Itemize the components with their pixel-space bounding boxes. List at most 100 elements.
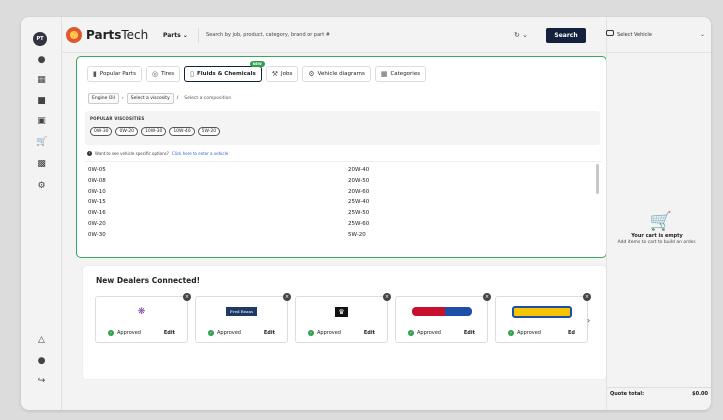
select-vehicle-dropdown[interactable]: Select Vehicle ⌄ [606,17,711,53]
top-header: PartsTech Parts ⌄ Search by job, product… [62,17,605,53]
chip-viscosity[interactable]: 0W-30 [90,127,113,136]
reports-icon[interactable]: ▩ [36,159,47,170]
search-button[interactable]: Search [546,28,586,43]
right-panel: Select Vehicle ⌄ 🛒 Your cart is empty Ad… [606,17,711,410]
dealer-logo: Fred Beans [196,304,287,319]
cart-empty-hint: Add items to cart to build an order. [617,240,697,245]
settings-icon[interactable]: ⚙ [36,181,47,192]
dealer-card: × ❋ ✓ Approved Edit [95,293,191,343]
category-tabs: ▮ Popular Parts ◎ Tires ▯ Fluids & Chemical… [87,61,427,82]
catalog-icon[interactable]: ▦ [36,75,47,86]
dealer-card: × ✓ Approved Edit [395,293,491,343]
close-icon[interactable]: × [583,293,591,301]
dealer-badge-logo-icon [511,305,572,318]
tire-icon: ◎ [151,70,159,78]
logout-icon[interactable]: ↪ [36,376,47,387]
location-icon[interactable]: ● [36,55,47,66]
approved-status: Approved [317,330,341,336]
breadcrumb: Engine Oil › Select a viscosity / Select… [88,93,234,104]
approved-status: Approved [217,330,241,336]
list-scrollbar[interactable] [596,164,599,194]
mac-haik-logo-icon [411,307,472,316]
slash-separator: / [176,96,179,101]
tab-popular-parts[interactable]: ▮ Popular Parts [87,66,142,82]
cart-empty-icon: 🛒 [649,211,673,232]
list-item[interactable]: 0W-15 [88,197,106,208]
left-rail: PT ● ▦ ■ ▣ 🛒 ▩ ⚙ △ ● ↪ [21,17,62,410]
chevron-right-icon[interactable]: › [587,316,590,325]
list-item[interactable]: 25W-40 [348,197,369,208]
sunburst-logo-icon: ❋ [137,306,146,317]
edit-button[interactable]: Edit [164,330,175,336]
chip-viscosity[interactable]: 10W-30 [140,127,167,136]
viscosity-column-2: 20W-40 20W-50 20W-60 25W-40 25W-50 25W-6… [348,165,369,241]
close-icon[interactable]: × [283,293,291,301]
fluid-icon: ▯ [190,70,195,78]
list-item[interactable]: 0W-20 [88,219,106,230]
list-item[interactable]: 0W-08 [88,176,106,187]
grid-icon: ▦ [380,70,388,78]
approved-status: Approved [417,330,441,336]
car-icon [606,30,614,36]
select-vehicle-label: Select Vehicle [617,32,652,38]
breadcrumb-viscosity[interactable]: Select a viscosity [126,93,174,104]
edit-button[interactable]: Edit [364,330,375,336]
breadcrumb-engine-oil[interactable]: Engine Oil [88,93,119,104]
cart-icon[interactable]: 🛒 [36,137,47,148]
info-icon: i [87,151,92,156]
edit-button[interactable]: Edit [464,330,475,336]
chevron-down-icon: ⌄ [182,32,188,39]
avatar[interactable]: PT [33,32,47,46]
bank-icon[interactable]: △ [36,335,47,346]
list-item[interactable]: 5W-20 [348,230,369,241]
tab-jobs[interactable]: ⚒ Jobs [265,66,299,82]
inbox-icon[interactable]: ▣ [36,116,47,127]
list-item[interactable]: 20W-60 [348,187,369,198]
viscosity-chips: 0W-30 0W-20 10W-30 10W-40 5W-20 [90,127,221,136]
edit-button[interactable]: Edit [264,330,275,336]
vehicle-note-text: Want to see vehicle specific options? [95,151,169,156]
list-item[interactable]: 20W-50 [348,176,369,187]
new-dealers-section: New Dealers Connected! × ❋ ✓ Approved Edi… [82,265,607,380]
help-icon[interactable]: ● [36,356,47,367]
chip-viscosity[interactable]: 5W-20 [197,127,221,136]
chip-viscosity[interactable]: 0W-20 [115,127,138,136]
list-item[interactable]: 20W-40 [348,165,369,176]
tab-categories[interactable]: ▦ Categories [374,66,427,82]
fred-beans-logo: Fred Beans [225,307,258,316]
tab-vehicle-diagrams[interactable]: ⚙ Vehicle diagrams [302,66,371,82]
tab-fluids-chemicals[interactable]: ▯ Fluids & Chemicals NEW [184,61,265,82]
list-item[interactable]: 0W-05 [88,165,106,176]
enter-vehicle-link[interactable]: Click here to enter a vehicle [172,151,228,156]
document-icon[interactable]: ■ [36,96,47,107]
list-item[interactable]: 0W-10 [88,187,106,198]
viscosity-column-1: 0W-05 0W-08 0W-10 0W-15 0W-16 0W-20 0W-3… [88,165,106,241]
close-icon[interactable]: × [183,293,191,301]
edit-button[interactable]: Ed [568,330,575,336]
close-icon[interactable]: × [483,293,491,301]
history-icon[interactable]: ↻ ⌄ [514,31,528,39]
quote-total: Quote total: $0.00 [607,387,711,410]
search-input[interactable]: Search by job, product, category, brand … [198,28,542,43]
parts-tech-logo[interactable]: PartsTech [66,27,148,43]
tab-tires[interactable]: ◎ Tires [145,66,181,82]
search-panel: ▮ Popular Parts ◎ Tires ▯ Fluids & Chemical… [76,56,607,258]
list-item[interactable]: 0W-30 [88,230,106,241]
crown-logo-icon: ♛ [335,306,348,317]
parts-dropdown-label: Parts [163,32,181,39]
viscosity-list: 0W-05 0W-08 0W-10 0W-15 0W-16 0W-20 0W-3… [85,161,602,251]
close-icon[interactable]: × [383,293,391,301]
dealer-logo [496,304,587,319]
chip-viscosity[interactable]: 10W-40 [169,127,195,136]
dealer-logo: ❋ [96,304,187,319]
list-item[interactable]: 0W-16 [88,208,106,219]
check-icon: ✓ [108,330,114,336]
new-badge: NEW [249,61,265,67]
check-icon: ✓ [208,330,214,336]
app-window: PT ● ▦ ■ ▣ 🛒 ▩ ⚙ △ ● ↪ PartsTech Parts ⌄… [21,17,711,410]
dealer-logo: ♛ [296,304,387,319]
list-item[interactable]: 25W-50 [348,208,369,219]
breadcrumb-composition: Select a composition [184,96,232,101]
list-item[interactable]: 25W-60 [348,219,369,230]
parts-dropdown[interactable]: Parts ⌄ [163,32,188,39]
